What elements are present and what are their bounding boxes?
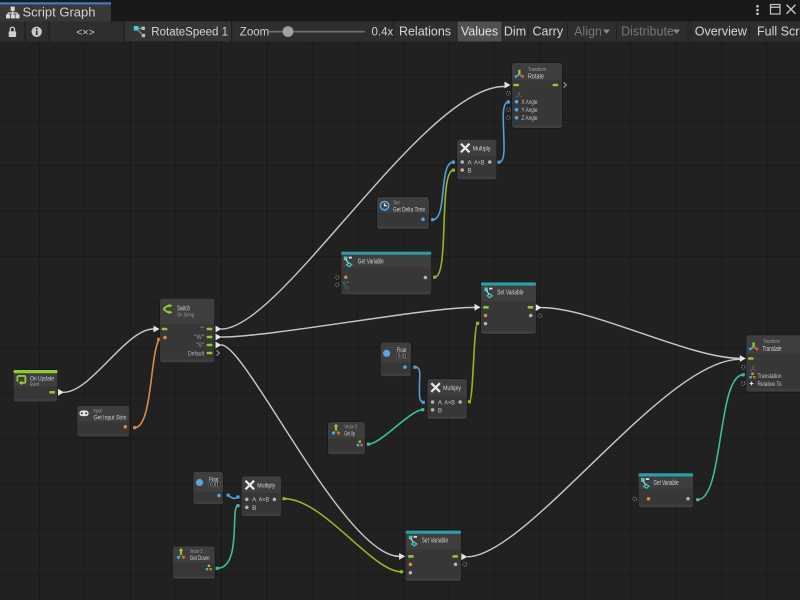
svg-text:Set Variable: Set Variable bbox=[422, 536, 449, 545]
svg-text:Multiply: Multiply bbox=[443, 385, 461, 392]
svg-text:On String: On String bbox=[177, 313, 194, 319]
svg-text:Rotate: Rotate bbox=[528, 71, 544, 80]
svg-text:Carry: Carry bbox=[533, 24, 564, 38]
svg-text:A×B: A×B bbox=[259, 497, 270, 504]
svg-text:Multiply: Multiply bbox=[473, 146, 491, 153]
svg-text:Align: Align bbox=[574, 24, 602, 38]
svg-text:Event: Event bbox=[30, 382, 39, 388]
svg-text:Get Delta Time: Get Delta Time bbox=[393, 207, 425, 214]
svg-text:Distribute: Distribute bbox=[621, 24, 674, 38]
svg-text:RotateSpeed 1: RotateSpeed 1 bbox=[151, 27, 228, 39]
svg-text:Input: Input bbox=[94, 408, 102, 414]
svg-text:Dim: Dim bbox=[504, 24, 526, 38]
svg-text:0.4x: 0.4x bbox=[372, 26, 394, 38]
svg-text:Full Screen: Full Screen bbox=[757, 24, 800, 38]
svg-text:Time: Time bbox=[393, 200, 400, 206]
svg-text:0.01: 0.01 bbox=[398, 353, 407, 359]
svg-text:0.01: 0.01 bbox=[210, 483, 219, 489]
svg-text:Y Angle: Y Angle bbox=[522, 107, 538, 114]
svg-text:"": "" bbox=[200, 327, 204, 333]
svg-text:A×B: A×B bbox=[444, 399, 455, 406]
svg-text:X Angle: X Angle bbox=[522, 99, 538, 106]
svg-text:Translate: Translate bbox=[763, 344, 782, 353]
svg-text:B: B bbox=[438, 407, 442, 414]
svg-text:Get Down: Get Down bbox=[190, 555, 210, 562]
svg-text:"S": "S" bbox=[196, 343, 204, 349]
svg-text:Values: Values bbox=[461, 24, 498, 38]
svg-text:Overview: Overview bbox=[695, 24, 748, 38]
svg-text:Get Up: Get Up bbox=[344, 431, 355, 438]
svg-text:Multiply: Multiply bbox=[257, 483, 275, 490]
svg-text:<×>: <×> bbox=[76, 27, 94, 39]
svg-text:Get Variable: Get Variable bbox=[358, 256, 384, 265]
svg-text:Translation: Translation bbox=[758, 373, 782, 380]
svg-text:Set Variable: Set Variable bbox=[497, 287, 523, 296]
svg-text:"W": "W" bbox=[194, 335, 204, 341]
svg-text:Z Angle: Z Angle bbox=[522, 115, 538, 122]
svg-text:Zoom: Zoom bbox=[240, 26, 269, 38]
svg-text:A×B: A×B bbox=[474, 159, 485, 166]
svg-text:Get Variable: Get Variable bbox=[654, 480, 679, 487]
svg-text:B: B bbox=[252, 505, 256, 512]
svg-text:Default: Default bbox=[188, 350, 204, 357]
svg-text:B: B bbox=[468, 167, 472, 174]
svg-text:Relations: Relations bbox=[399, 24, 451, 38]
svg-text:Relative To: Relative To bbox=[758, 381, 782, 388]
svg-text:Get Input Strin: Get Input Strin bbox=[94, 415, 127, 422]
svg-text:Switch: Switch bbox=[177, 304, 190, 313]
svg-text:Script Graph: Script Graph bbox=[23, 4, 96, 19]
